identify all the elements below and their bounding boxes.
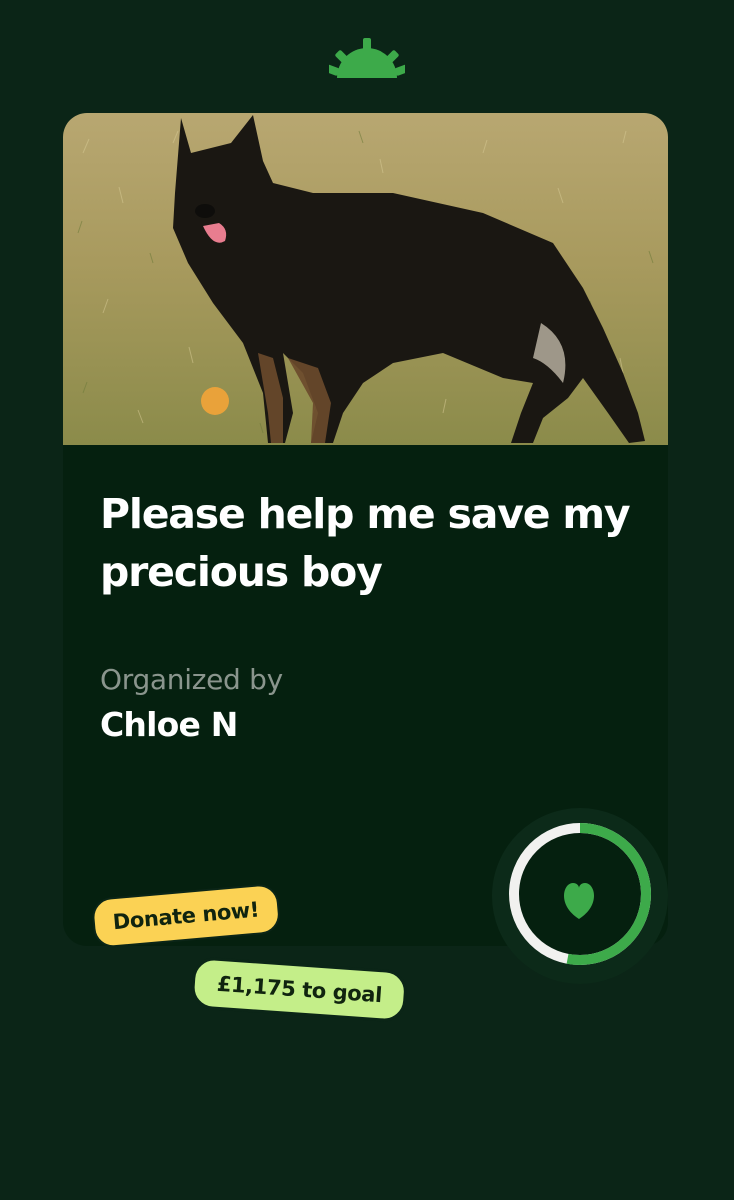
organizer-name[interactable]: Chloe N xyxy=(100,705,238,744)
campaign-photo xyxy=(63,113,668,445)
goal-remaining-badge: £1,175 to goal xyxy=(190,956,409,1023)
heart-icon[interactable] xyxy=(531,857,627,933)
organizer-label: Organized by xyxy=(100,663,283,696)
campaign-title: Please help me save my precious boy xyxy=(100,490,631,596)
brand-logo-icon xyxy=(329,38,405,78)
